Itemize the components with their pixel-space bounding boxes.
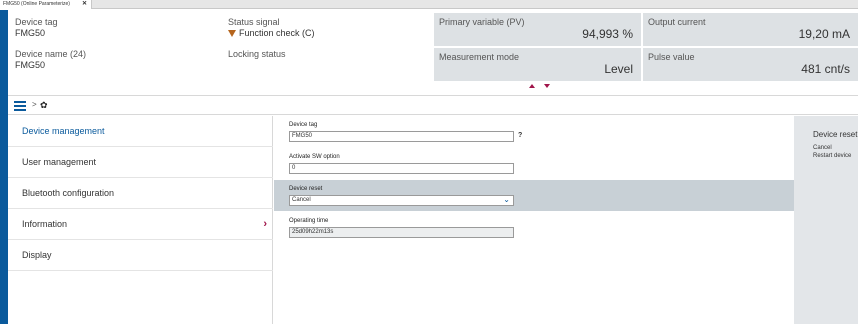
help-side-panel: Device reset Cancel Restart device [794, 116, 858, 324]
left-accent-bar [0, 10, 8, 324]
sidebar-item-device-management[interactable]: Device management [8, 116, 273, 147]
sidebar-item-label: Device management [22, 126, 105, 136]
output-current-panel: Output current 19,20 mA [643, 13, 858, 46]
parameter-form: Device tag FMG50 ? Activate SW option 0 … [274, 116, 794, 324]
activate-sw-option-label: Activate SW option [289, 154, 340, 160]
header-collapse-toggle[interactable] [529, 83, 559, 91]
document-tab-title: FMG50 (Online Parameterize) [3, 1, 70, 7]
device-tag-value: FMG50 [15, 28, 46, 38]
operating-time-label: Operating time [289, 218, 329, 224]
status-signal-text: Function check (C) [239, 28, 315, 38]
device-reset-select[interactable]: Cancel ⌄ [289, 195, 514, 206]
gear-icon[interactable]: ✿ [40, 100, 48, 111]
chevron-down-icon[interactable]: ⌄ [503, 195, 510, 204]
close-icon[interactable]: ✕ [82, 0, 87, 9]
warning-icon [228, 30, 236, 37]
sidebar-item-bluetooth-configuration[interactable]: Bluetooth configuration [8, 178, 273, 209]
sidebar-item-label: Information [22, 219, 68, 229]
side-panel-option: Restart device [813, 153, 852, 159]
sidebar-item-user-management[interactable]: User management [8, 147, 273, 178]
output-current-value: 19,20 mA [798, 27, 850, 41]
pulse-value-panel: Pulse value 481 cnt/s [643, 48, 858, 81]
breadcrumb-separator: > [32, 100, 37, 109]
pulse-value-value: 481 cnt/s [801, 62, 850, 76]
arrow-down-icon[interactable] [544, 84, 550, 88]
sidebar-item-label: User management [22, 157, 97, 167]
measurement-mode-label: Measurement mode [439, 52, 520, 62]
navigation-bar: > ✿ [8, 95, 858, 115]
side-panel-option: Cancel [813, 145, 832, 151]
output-current-label: Output current [648, 17, 706, 27]
sidebar-item-information[interactable]: Information › [8, 209, 273, 240]
device-reset-selected: Cancel [292, 197, 311, 203]
sidebar-menu: Device management User management Blueto… [8, 116, 273, 324]
device-reset-label: Device reset [289, 186, 323, 192]
device-tag-field-label: Device tag [289, 122, 318, 128]
tab-strip: FMG50 (Online Parameterize) ✕ [0, 0, 858, 9]
operating-time-field: 25d09h22m13s [289, 227, 514, 238]
device-name-label: Device name (24) [15, 49, 87, 59]
status-signal-value: Function check (C) [228, 28, 315, 38]
sidebar-item-display[interactable]: Display [8, 240, 273, 271]
activate-sw-option-field[interactable]: 0 [289, 163, 514, 174]
help-icon[interactable]: ? [518, 132, 522, 139]
document-tab[interactable]: FMG50 (Online Parameterize) ✕ [0, 0, 92, 9]
measurement-mode-value: Level [604, 62, 633, 76]
primary-variable-panel: Primary variable (PV) 94,993 % [434, 13, 641, 46]
hamburger-menu-icon[interactable] [14, 101, 26, 111]
device-tag-label: Device tag [15, 17, 58, 27]
status-signal-label: Status signal [228, 17, 280, 27]
pulse-value-label: Pulse value [648, 52, 695, 62]
side-panel-title: Device reset [813, 130, 858, 139]
chevron-right-icon: › [263, 218, 267, 230]
sidebar-item-label: Display [22, 250, 52, 260]
arrow-up-icon[interactable] [529, 84, 535, 88]
locking-status-label: Locking status [228, 49, 286, 59]
measurement-mode-panel: Measurement mode Level [434, 48, 641, 81]
device-tag-field[interactable]: FMG50 [289, 131, 514, 142]
device-name-value: FMG50 [15, 60, 46, 70]
sidebar-item-label: Bluetooth configuration [22, 188, 115, 198]
primary-variable-value: 94,993 % [582, 27, 633, 41]
primary-variable-label: Primary variable (PV) [439, 17, 525, 27]
